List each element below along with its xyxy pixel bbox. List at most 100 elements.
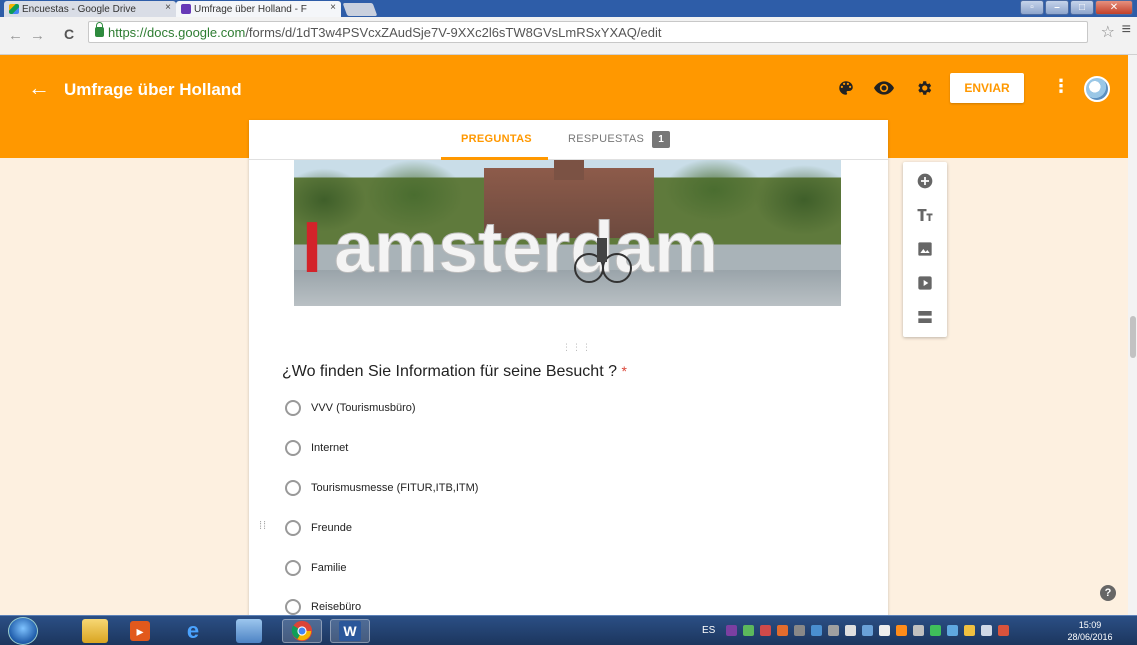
app-tray-icon[interactable] [964,625,975,636]
tab-questions[interactable]: PREGUNTAS [461,133,532,145]
browser-toolbar: ← → C https://docs.google.com/forms/d/1d… [0,17,1137,55]
option-label: Internet [311,442,349,454]
back-arrow-icon[interactable]: ← [28,77,50,99]
more-options-icon[interactable]: ⋮ [1052,77,1070,95]
option-drag-handle[interactable]: ⁞⁞ [259,521,267,532]
question-drag-handle[interactable]: ⋮⋮⋮ [562,342,592,353]
restore-icon[interactable]: ▫ [1020,0,1044,15]
preview-eye-icon[interactable] [873,77,895,99]
google-forms-icon [181,4,191,14]
internet-explorer-icon[interactable]: e [180,618,206,643]
add-question-icon[interactable] [916,172,934,190]
tab-title: Encuestas - Google Drive [22,3,136,15]
send-button[interactable]: ENVIAR [950,73,1024,103]
browser-tab-strip: Encuestas - Google Drive × Umfrage über … [0,0,1137,17]
question-side-toolbar [903,162,947,337]
app-tray-icon[interactable] [998,625,1009,636]
cyclist [597,238,607,262]
action-center-flag-icon[interactable] [879,625,890,636]
address-bar[interactable]: https://docs.google.com/forms/d/1dT3w4PS… [88,21,1088,43]
file-explorer-icon[interactable] [82,619,108,643]
radio-button[interactable] [285,480,301,496]
form-title: Umfrage über Holland [64,80,242,99]
option-internet[interactable]: Internet [285,439,348,457]
option-label: Reisebüro [311,601,362,613]
radio-button[interactable] [285,520,301,536]
required-asterisk: * [621,363,627,379]
taskbar-clock[interactable]: 15:09 28/06/2016 [1060,619,1120,643]
option-label: VVV (Tourismusbüro) [311,402,416,414]
url-path: /forms/d/1dT3w4PSVcxZAudSje7V-9XXc2l6sTW… [245,24,662,40]
option-reisebuero[interactable]: Reisebüro [285,598,361,616]
new-tab-button[interactable] [342,3,378,16]
add-title-icon[interactable] [916,206,934,224]
chrome-taskbar-icon[interactable] [282,619,322,643]
tab-encuestas-drive[interactable]: Encuestas - Google Drive × [4,1,176,17]
tab-title: Umfrage über Holland - F [194,3,307,15]
header-image[interactable]: I amsterdam [294,160,841,306]
close-window-icon[interactable]: ✕ [1095,0,1133,15]
network-icon[interactable] [236,619,262,643]
radio-button[interactable] [285,599,301,615]
forward-nav-icon[interactable]: → [30,27,45,44]
google-drive-icon [9,4,19,14]
adobe-tray-icon[interactable] [777,625,788,636]
url-scheme: https:// [108,24,148,40]
media-player-icon[interactable]: ▸ [130,621,150,641]
windows-start-icon[interactable] [8,617,38,645]
help-icon[interactable]: ? [1100,585,1116,601]
form-tabs: PREGUNTAS RESPUESTAS 1 [249,120,888,160]
bookmark-star-icon[interactable]: ☆ [1101,22,1115,42]
iamsterdam-sign: I amsterdam [302,208,719,289]
volume-icon[interactable] [845,625,856,636]
sign-letter-i: I [302,208,322,288]
question-text: ¿Wo finden Sie Information für seine Bes… [282,363,617,380]
sync-tray-icon[interactable] [743,625,754,636]
tab-close-icon[interactable]: × [330,2,336,13]
avatar[interactable] [1084,76,1110,102]
chrome-menu-icon[interactable]: ≡ [1122,21,1131,39]
url-host: docs.google.com [147,24,246,40]
app-tray-icon[interactable] [896,625,907,636]
bluetooth-icon[interactable] [862,625,873,636]
reload-icon[interactable]: C [64,26,74,42]
display-tray-icon[interactable] [828,625,839,636]
radio-button[interactable] [285,440,301,456]
onenote-tray-icon[interactable] [726,625,737,636]
tab-responses[interactable]: RESPUESTAS [568,133,644,145]
app-tray-icon[interactable] [947,625,958,636]
radio-button[interactable] [285,560,301,576]
tab-close-icon[interactable]: × [165,2,171,13]
window-controls: ▫ – □ ✕ [1020,0,1133,15]
add-image-icon[interactable] [916,240,934,258]
tab-umfrage-form[interactable]: Umfrage über Holland - F × [176,1,341,17]
app-tray-icon[interactable] [913,625,924,636]
app-tray-icon[interactable] [760,625,771,636]
clock-date: 28/06/2016 [1067,632,1113,642]
signal-strength-icon[interactable] [981,625,992,636]
back-nav-icon[interactable]: ← [8,27,23,44]
option-familie[interactable]: Familie [285,559,346,577]
option-tourismusmesse[interactable]: Tourismusmesse (FITUR,ITB,ITM) [285,479,478,497]
app-tray-icon[interactable] [811,625,822,636]
palette-icon[interactable] [835,77,857,99]
input-language[interactable]: ES [702,625,715,636]
word-taskbar-icon[interactable]: W [330,619,370,643]
sign-letters-amsterdam: amsterdam [334,208,718,288]
app-tray-icon[interactable] [794,625,805,636]
option-freunde[interactable]: Freunde [285,519,352,537]
add-video-icon[interactable] [916,274,934,292]
option-label: Tourismusmesse (FITUR,ITB,ITM) [311,482,479,494]
settings-gear-icon[interactable] [913,77,935,99]
question-title[interactable]: ¿Wo finden Sie Information für seine Bes… [282,363,627,381]
windows-taskbar: ▸ e W ES 15:09 28/06/2016 [0,615,1137,645]
lock-icon [95,22,104,37]
radio-button[interactable] [285,400,301,416]
app-tray-icon[interactable] [930,625,941,636]
minimize-icon[interactable]: – [1045,0,1069,15]
maximize-icon[interactable]: □ [1070,0,1094,15]
add-section-icon[interactable] [916,308,934,326]
option-label: Familie [311,562,347,574]
option-vvv[interactable]: VVV (Tourismusbüro) [285,399,416,417]
page-scrollbar-thumb[interactable] [1130,316,1136,358]
